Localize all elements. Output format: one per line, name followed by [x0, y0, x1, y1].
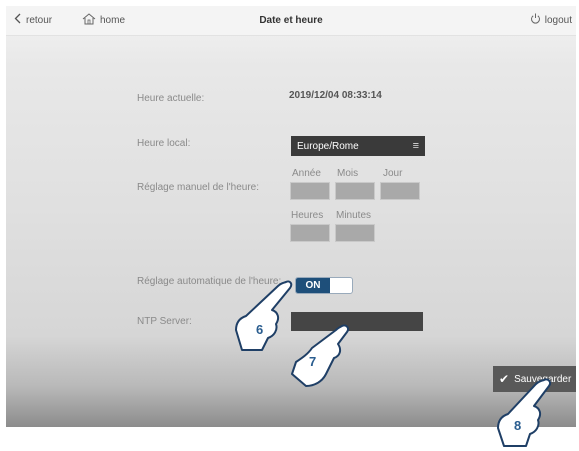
minutes-label: Minutes — [336, 210, 372, 221]
callout-7: 7 — [286, 322, 352, 394]
ntp-server-label: NTP Server: — [137, 316, 192, 327]
day-input[interactable] — [380, 182, 420, 200]
day-label: Jour — [383, 168, 403, 179]
year-label: Année — [292, 168, 321, 179]
local-time-label: Heure local: — [137, 138, 191, 149]
pointing-hand-icon — [235, 280, 293, 351]
menu-icon: ≡ — [412, 140, 419, 152]
hours-label: Heures — [291, 210, 324, 221]
manual-time-label: Réglage manuel de l'heure: — [137, 182, 259, 193]
current-time-value: 2019/12/04 08:33:14 — [289, 90, 382, 101]
month-input[interactable] — [335, 182, 375, 200]
auto-time-toggle[interactable]: ON — [295, 277, 353, 294]
pointing-hand-icon — [291, 324, 350, 387]
logout-label: logout — [544, 14, 572, 26]
power-icon — [530, 13, 541, 27]
top-bar: retour home Date et heure logout — [6, 6, 576, 36]
logout-button[interactable]: logout — [530, 13, 572, 27]
callout-6: 6 — [232, 278, 294, 358]
callout-number-6: 6 — [256, 322, 264, 337]
timezone-value: Europe/Rome — [297, 141, 359, 152]
pointing-hand-icon — [497, 378, 552, 447]
toggle-on-label: ON — [296, 278, 330, 293]
month-label: Mois — [337, 168, 359, 179]
year-input[interactable] — [290, 182, 330, 200]
callout-number-8: 8 — [514, 418, 522, 433]
callout-number-7: 7 — [309, 354, 317, 369]
callout-8: 8 — [494, 376, 556, 451]
page-title: Date et heure — [259, 15, 323, 26]
hours-input[interactable] — [290, 224, 330, 242]
timezone-select[interactable]: Europe/Rome ≡ — [291, 136, 425, 156]
minutes-input[interactable] — [335, 224, 375, 242]
current-time-label: Heure actuelle: — [137, 93, 205, 104]
